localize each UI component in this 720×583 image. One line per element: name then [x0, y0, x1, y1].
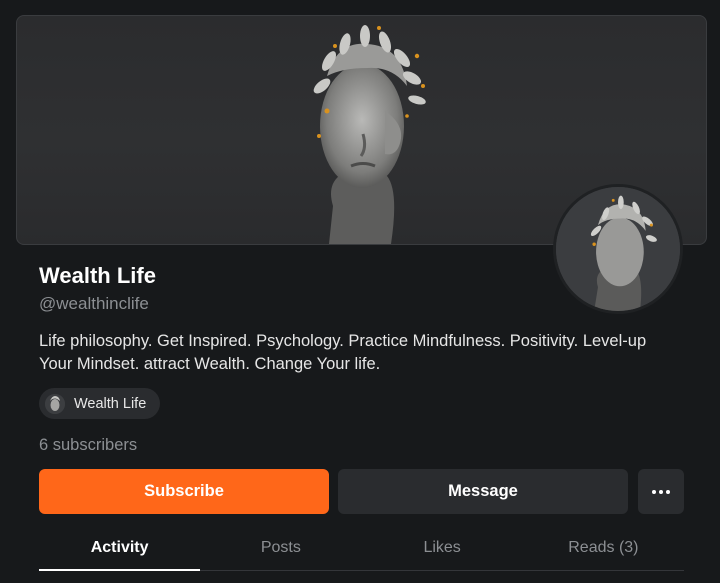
- publication-label: Wealth Life: [74, 395, 147, 412]
- tab-likes[interactable]: Likes: [362, 530, 523, 570]
- laurel-bust-avatar-image: [556, 187, 680, 311]
- more-horizontal-icon: [652, 489, 670, 494]
- subscribe-button[interactable]: Subscribe: [39, 469, 329, 514]
- more-options-button[interactable]: [638, 469, 684, 514]
- tab-activity[interactable]: Activity: [39, 530, 201, 571]
- tab-reads[interactable]: Reads (3): [523, 530, 684, 570]
- tab-posts[interactable]: Posts: [200, 530, 361, 570]
- profile-avatar[interactable]: [553, 184, 683, 314]
- subscriber-count: 6 subscribers: [39, 436, 138, 454]
- profile-bio: Life philosophy. Get Inspired. Psycholog…: [39, 332, 647, 373]
- profile-tabs: Activity Posts Likes Reads (3): [39, 530, 684, 571]
- profile-handle: @wealthinclife: [39, 294, 149, 313]
- profile-name: Wealth Life: [39, 263, 156, 288]
- laurel-bust-image: [313, 25, 426, 244]
- message-button[interactable]: Message: [338, 469, 628, 514]
- publication-avatar-icon: [45, 393, 65, 414]
- publication-chip[interactable]: Wealth Life: [39, 388, 161, 419]
